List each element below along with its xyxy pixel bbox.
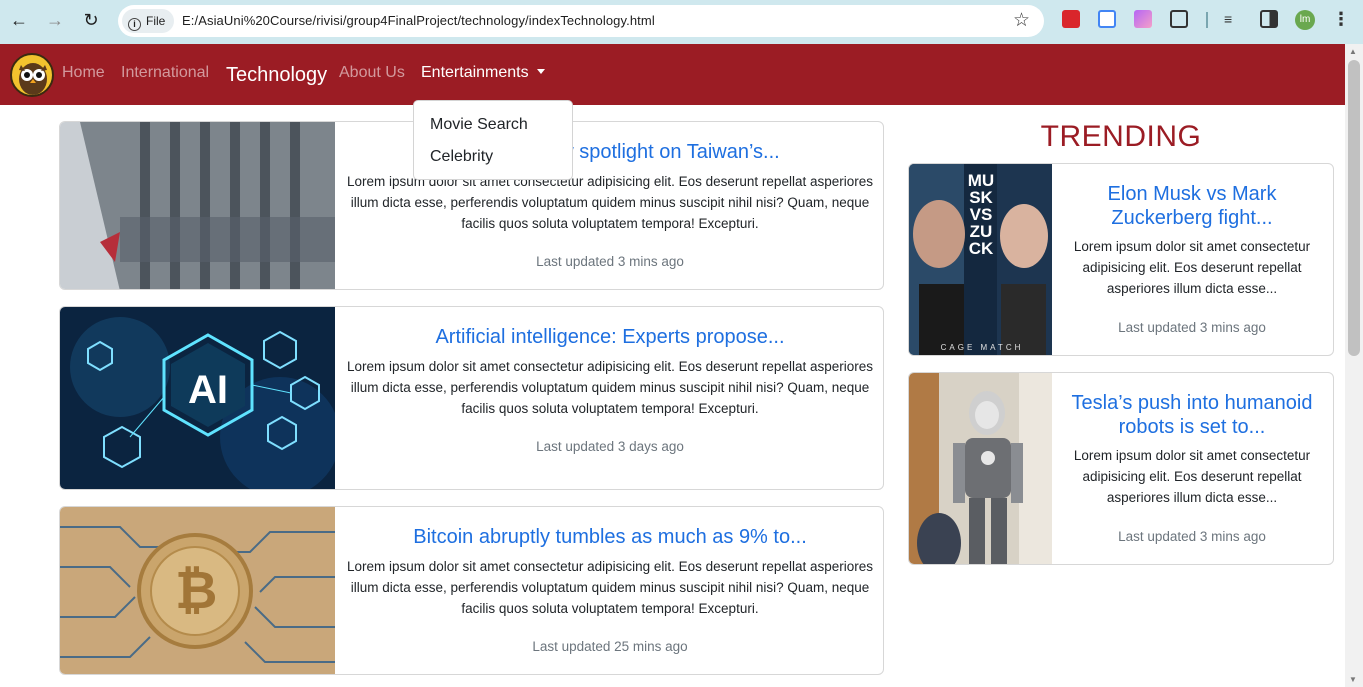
trending-body: Lorem ipsum dolor sit amet consectetur a… — [1073, 448, 1311, 505]
bitcoin-icon: ₿ — [175, 562, 218, 620]
trending-image-text: MUSK VS ZUCK — [967, 171, 995, 258]
browser-toolbar: ← → ↻ i File E:/AsiaUni%20Course/rivisi/g… — [0, 0, 1363, 44]
menu-kebab-icon[interactable]: ⋮ — [1332, 8, 1350, 30]
trending-title[interactable]: Elon Musk vs Mark Zuckerberg fight... — [1062, 182, 1322, 230]
side-panel-icon[interactable] — [1260, 10, 1278, 28]
trending-heading: TRENDING — [1040, 120, 1202, 153]
trending-card[interactable]: Tesla’s push into humanoid robots is set… — [908, 372, 1334, 565]
reload-icon[interactable]: ↻ — [80, 9, 102, 31]
media-control-icon[interactable]: ≡ — [1224, 10, 1242, 28]
extension-icon[interactable] — [1134, 10, 1152, 28]
extension-icon[interactable] — [1098, 10, 1116, 28]
article-updated: Last updated 3 days ago — [536, 439, 684, 454]
trending-card[interactable]: MUSK VS ZUCK CAGE MATCH Elon Musk vs Mar… — [908, 163, 1334, 356]
article-updated: Last updated 25 mins ago — [532, 639, 688, 654]
nav-international[interactable]: International — [121, 44, 209, 102]
article-image — [60, 122, 335, 289]
site-info-chip[interactable]: i File — [122, 9, 174, 33]
address-bar[interactable]: i File E:/AsiaUni%20Course/rivisi/group4F… — [118, 5, 1044, 37]
article-title[interactable]: Artificial intelligence: Experts propose… — [350, 325, 870, 349]
forward-arrow-icon[interactable]: → — [44, 9, 66, 31]
info-icon: i — [128, 18, 141, 31]
article-title[interactable]: Bitcoin abruptly tumbles as much as 9% t… — [350, 525, 870, 549]
trending-image-caption: CAGE MATCH — [940, 343, 1024, 352]
entertainments-dropdown-menu: Movie Search Celebrity — [413, 100, 573, 180]
nav-entertainments-dropdown[interactable]: Entertainments — [421, 44, 545, 102]
nav-about-us[interactable]: About Us — [339, 44, 405, 102]
trending-image — [909, 373, 1052, 564]
scrollbar-thumb[interactable] — [1348, 60, 1360, 356]
caret-down-icon — [536, 69, 545, 74]
article-body: Lorem ipsum dolor sit amet consectetur a… — [346, 359, 873, 416]
page-scrollbar[interactable]: ▲ ▼ — [1345, 44, 1363, 687]
dropdown-item-celebrity[interactable]: Celebrity — [430, 148, 493, 166]
scroll-down-icon[interactable]: ▼ — [1349, 675, 1357, 684]
toolbar-divider — [1206, 12, 1208, 28]
url-text[interactable]: E:/AsiaUni%20Course/rivisi/group4FinalPr… — [182, 5, 655, 37]
puzzle-icon[interactable] — [1170, 10, 1188, 28]
trending-body: Lorem ipsum dolor sit amet consectetur a… — [1073, 239, 1311, 296]
article-card[interactable]: ₿ Bitcoin abruptly tumbles as much as 9%… — [59, 506, 884, 675]
article-card[interactable]: AI Artificial intelligence: Experts prop… — [59, 306, 884, 490]
article-updated: Last updated 3 mins ago — [536, 254, 684, 269]
bookmark-star-icon[interactable]: ☆ — [1013, 9, 1030, 33]
nav-technology[interactable]: Technology — [226, 44, 327, 106]
dropdown-item-movie-search[interactable]: Movie Search — [430, 116, 528, 134]
trending-updated: Last updated 3 mins ago — [1118, 529, 1266, 544]
ai-image-text: AI — [188, 368, 228, 412]
extension-icon[interactable] — [1062, 10, 1080, 28]
article-body: Lorem ipsum dolor sit amet consectetur a… — [346, 174, 873, 231]
nav-home[interactable]: Home — [62, 44, 105, 102]
site-navbar: Home International Technology About Us E… — [0, 44, 1345, 105]
trending-updated: Last updated 3 mins ago — [1118, 320, 1266, 335]
owl-logo[interactable] — [10, 53, 54, 97]
trending-title[interactable]: Tesla’s push into humanoid robots is set… — [1062, 391, 1322, 439]
scroll-up-icon[interactable]: ▲ — [1349, 47, 1357, 56]
back-arrow-icon[interactable]: ← — [8, 9, 30, 31]
article-body: Lorem ipsum dolor sit amet consectetur a… — [346, 559, 873, 616]
profile-avatar[interactable]: lm — [1295, 10, 1315, 30]
